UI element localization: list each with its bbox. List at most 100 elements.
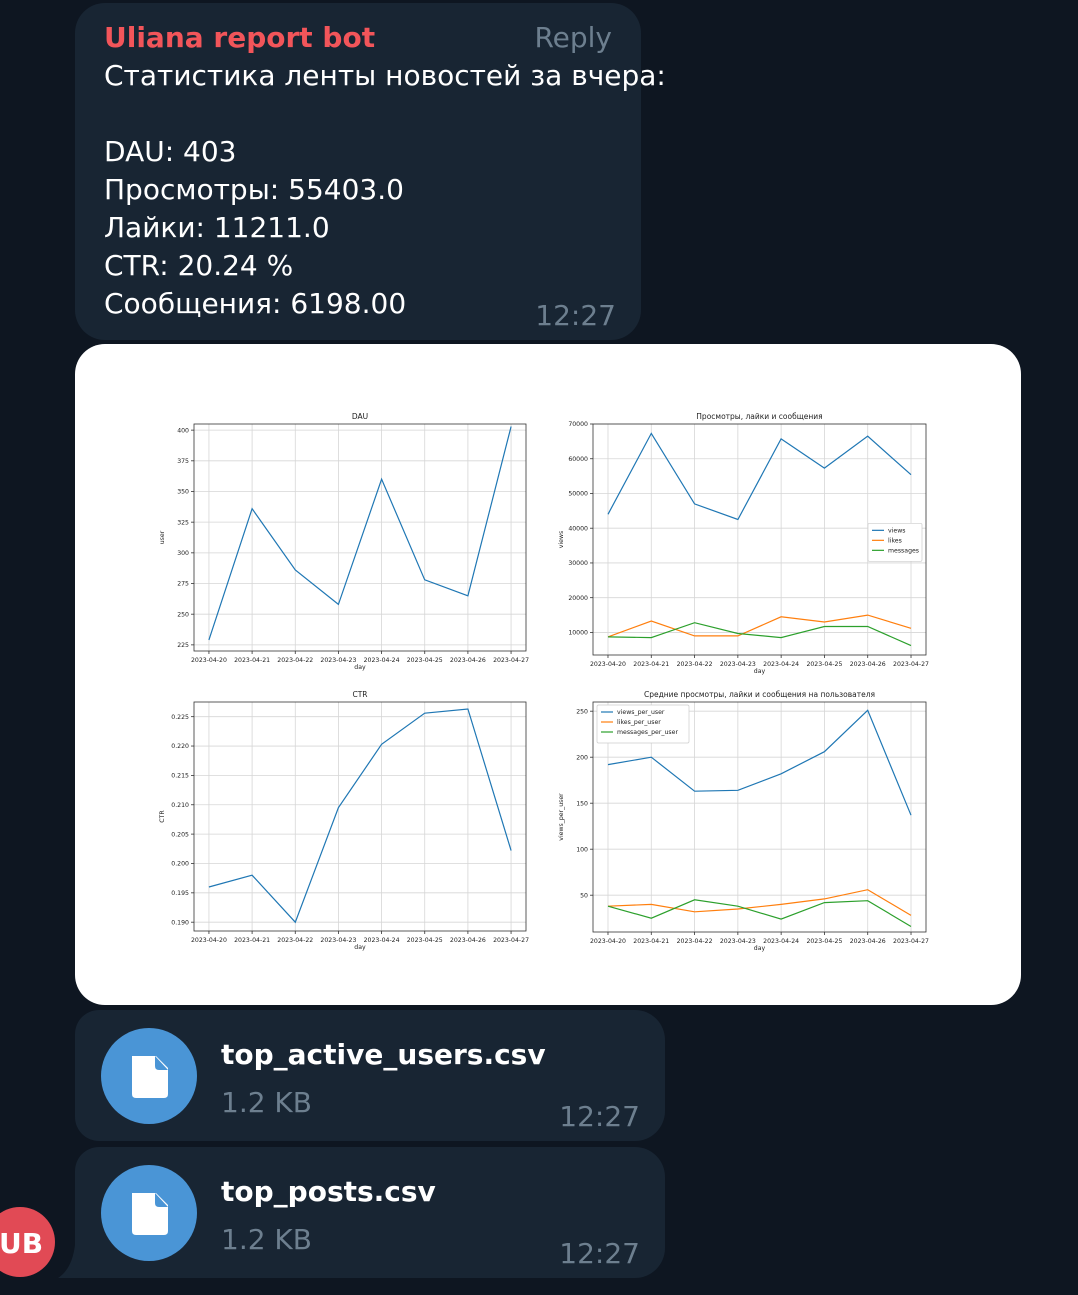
chart2-ytick-label: 70000	[568, 421, 588, 428]
chart1-ytick-label: 350	[177, 489, 189, 496]
chart1-ytick-label: 275	[177, 581, 189, 588]
chart4-ylabel: views_per_user	[558, 793, 565, 841]
chart4-legend-label: views_per_user	[617, 709, 665, 716]
chart2-xtick-label: 2023-04-20	[590, 661, 626, 668]
chart4-xtick-label: 2023-04-27	[893, 938, 929, 945]
chart2-xtick-label: 2023-04-25	[806, 661, 842, 668]
file-time: 12:27	[559, 1100, 640, 1133]
file-download-button[interactable]	[101, 1165, 197, 1261]
file-size: 1.2 KB	[221, 1086, 312, 1119]
chart3-xtick-label: 2023-04-24	[364, 937, 400, 944]
chart2-ytick-label: 50000	[568, 491, 588, 498]
chart3-xtick-label: 2023-04-25	[407, 937, 443, 944]
message-time: 12:27	[535, 299, 616, 332]
chart2-xtick-label: 2023-04-24	[763, 661, 799, 668]
chart1-xtick-label: 2023-04-25	[407, 657, 443, 664]
chart2-ytick-label: 20000	[568, 595, 588, 602]
message-line-likes: Лайки: 11211.0	[104, 211, 330, 244]
chart4-title: Средние просмотры, лайки и сообщения на …	[644, 690, 875, 699]
chart3-ytick-label: 0.210	[171, 802, 189, 809]
chart3-ytick-label: 0.225	[171, 714, 189, 721]
chart4-xtick-label: 2023-04-23	[720, 938, 756, 945]
chart1-xtick-label: 2023-04-24	[364, 657, 400, 664]
chart3-ytick-label: 0.200	[171, 861, 189, 868]
chart1-xtick-label: 2023-04-27	[493, 657, 529, 664]
file-size: 1.2 KB	[221, 1223, 312, 1256]
chart2-xtick-label: 2023-04-23	[720, 661, 756, 668]
chart2-legend-label: likes	[888, 538, 902, 545]
chart2-legend-label: messages	[888, 548, 919, 555]
avatar-initials: UB	[0, 1227, 44, 1260]
chart4-xtick-label: 2023-04-20	[590, 938, 626, 945]
file-time: 12:27	[559, 1237, 640, 1270]
chart4-legend-label: likes_per_user	[617, 719, 661, 726]
report-message-bubble[interactable]: Uliana report bot Reply Статистика ленты…	[75, 3, 666, 340]
message-line-views: Просмотры: 55403.0	[104, 173, 404, 206]
chart3-xtick-label: 2023-04-22	[277, 937, 313, 944]
chart3-xtick-label: 2023-04-23	[320, 937, 356, 944]
message-line-dau: DAU: 403	[104, 135, 237, 168]
chart2-ytick-label: 60000	[568, 456, 588, 463]
chart3-ytick-label: 0.190	[171, 919, 189, 926]
chart3-xtick-label: 2023-04-27	[493, 937, 529, 944]
chart2-ytick-label: 40000	[568, 525, 588, 532]
chart1-xtick-label: 2023-04-23	[320, 657, 356, 664]
chart2-xtick-label: 2023-04-21	[633, 661, 669, 668]
chart1-xtick-label: 2023-04-21	[234, 657, 270, 664]
chart1-ytick-label: 400	[177, 427, 189, 434]
avatar[interactable]: UB	[0, 1207, 55, 1277]
chart4-xtick-label: 2023-04-25	[806, 938, 842, 945]
file-message-top-posts[interactable]: top_posts.csv 1.2 KB 12:27	[75, 1147, 665, 1278]
chart2-xtick-label: 2023-04-26	[850, 661, 886, 668]
chart2-legend-label: views	[888, 528, 905, 535]
chart1-xtick-label: 2023-04-26	[450, 657, 486, 664]
chart3-ytick-label: 0.220	[171, 743, 189, 750]
message-line-messages: Сообщения: 6198.00	[104, 287, 407, 320]
chart2-xlabel: day	[754, 668, 766, 675]
chart2-ytick-label: 10000	[568, 630, 588, 637]
chart1-ytick-label: 225	[177, 642, 189, 649]
chart4-ytick-label: 50	[580, 892, 588, 899]
chart2-title: Просмотры, лайки и сообщения	[696, 412, 822, 421]
chart1-xlabel: day	[354, 664, 366, 671]
reply-label[interactable]: Reply	[534, 21, 612, 54]
chart4-ytick-label: 200	[576, 754, 588, 761]
file-name[interactable]: top_active_users.csv	[221, 1038, 546, 1071]
file-message-top-active-users[interactable]: top_active_users.csv 1.2 KB 12:27	[75, 1010, 665, 1141]
message-line-heading: Статистика ленты новостей за вчера:	[104, 59, 666, 92]
chart2-xtick-label: 2023-04-22	[677, 661, 713, 668]
chart3-ylabel: CTR	[159, 810, 166, 823]
chart1-title: DAU	[352, 412, 368, 421]
bubble-tail	[58, 1245, 75, 1278]
message-line-ctr: CTR: 20.24 %	[104, 249, 294, 282]
chart3-title: CTR	[352, 690, 367, 699]
chart4-ytick-label: 250	[576, 708, 588, 715]
chart4-ytick-label: 150	[576, 800, 588, 807]
chart3-ytick-label: 0.195	[171, 890, 189, 897]
charts-figure: 2023-04-20 2023-04-21 2023-04-22 2023-04-23…	[159, 412, 929, 952]
file-name[interactable]: top_posts.csv	[221, 1175, 436, 1208]
chart4-xtick-label: 2023-04-22	[677, 938, 713, 945]
chart1-ytick-label: 375	[177, 458, 189, 465]
chart2-ytick-label: 30000	[568, 560, 588, 567]
sender-name[interactable]: Uliana report bot	[104, 21, 375, 54]
chart1-ytick-label: 250	[177, 611, 189, 618]
chart1-ytick-label: 300	[177, 550, 189, 557]
chart1-xtick-label: 2023-04-22	[277, 657, 313, 664]
chart4-ytick-label: 100	[576, 846, 588, 853]
charts-image[interactable]: 2023-04-20 2023-04-21 2023-04-22 2023-04-23…	[75, 344, 1021, 1005]
file-icon	[132, 1193, 168, 1235]
chart1-ytick-label: 325	[177, 519, 189, 526]
chart3-ytick-label: 0.205	[171, 831, 189, 838]
chart3-xtick-label: 2023-04-20	[191, 937, 227, 944]
chart4-xlabel: day	[754, 945, 766, 952]
chart4-legend-label: messages_per_user	[617, 729, 678, 736]
chart3-ytick-label: 0.215	[171, 773, 189, 780]
chart1-xtick-label: 2023-04-20	[191, 657, 227, 664]
file-icon	[132, 1056, 168, 1098]
chart3-xtick-label: 2023-04-26	[450, 937, 486, 944]
chart1-plot-area	[194, 424, 526, 651]
file-download-button[interactable]	[101, 1028, 197, 1124]
chart3-xlabel: day	[354, 944, 366, 951]
chart4-xtick-label: 2023-04-24	[763, 938, 799, 945]
